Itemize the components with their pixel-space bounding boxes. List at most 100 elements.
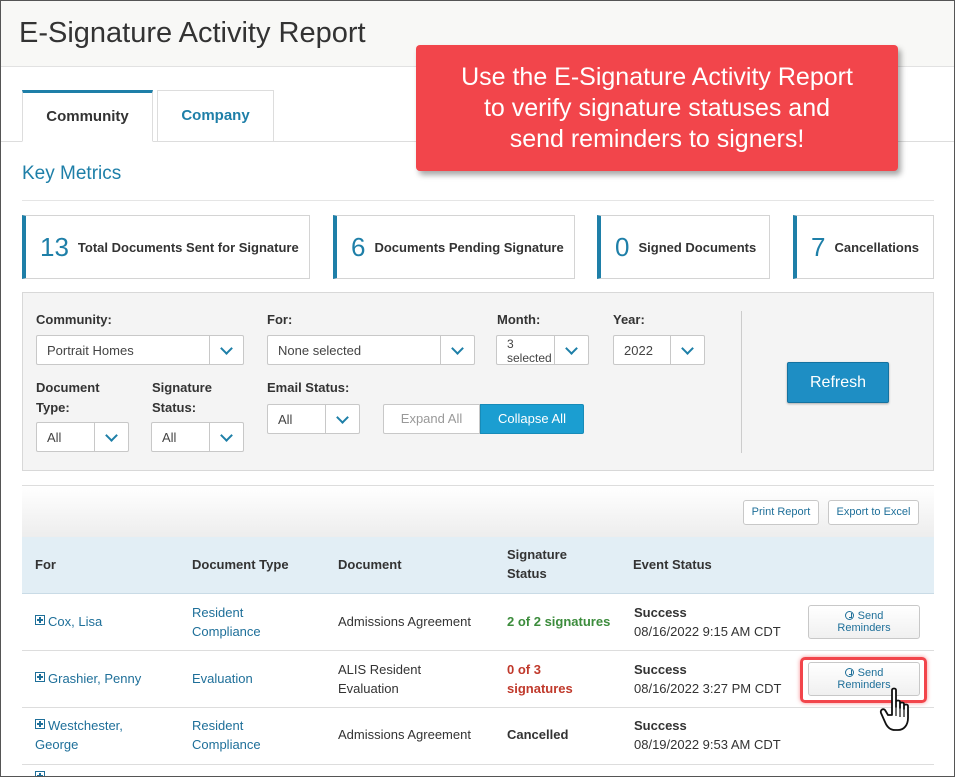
chevron-down-icon <box>209 336 243 364</box>
page-title: E-Signature Activity Report <box>19 17 366 49</box>
row-doc-type-line: Resident <box>192 718 244 733</box>
callout-line: send reminders to signers! <box>509 125 805 153</box>
send-reminders-text: Send <box>857 610 884 622</box>
document-type-label: Document Type: <box>36 378 100 418</box>
for-label: For: <box>267 312 293 327</box>
expand-plus-icon[interactable] <box>35 719 45 729</box>
clock-icon <box>844 611 854 620</box>
month-select-line: 3 <box>507 337 514 351</box>
column-header-document[interactable]: Document <box>338 555 402 574</box>
filter-panel: Community: Portrait Homes For: None sele… <box>22 292 934 471</box>
chevron-down-icon <box>325 405 359 433</box>
expand-plus-icon[interactable] <box>35 615 45 625</box>
document-type-label-line: Document <box>36 380 100 395</box>
table-row: Westchester, George Resident Compliance … <box>22 708 934 765</box>
callout-line: to verify signature statuses and <box>483 94 831 122</box>
send-reminders-label: Send <box>809 610 919 622</box>
metric-label: Signed Documents <box>638 239 757 255</box>
print-report-button[interactable]: Print Report <box>743 500 819 525</box>
table-row: Cox, Lisa Resident Compliance Admissions… <box>22 594 934 651</box>
row-document: Admissions Agreement <box>338 727 471 742</box>
metric-cancellations: 7 Cancellations <box>793 215 934 279</box>
community-label: Community: <box>36 312 112 327</box>
key-metrics-title: Key Metrics <box>22 163 122 184</box>
table-header: For Document Type Document Signature Sta… <box>22 537 934 594</box>
for-select[interactable]: None selected <box>267 335 475 365</box>
column-header-signature-status[interactable]: Signature Status <box>507 545 567 583</box>
column-header-line: Status <box>507 566 547 581</box>
row-signature-line: signatures <box>507 681 573 696</box>
metric-pending: 6 Documents Pending Signature <box>333 215 575 279</box>
row-doc-type-line: Compliance <box>192 737 261 752</box>
month-select-value: 3 selected <box>507 337 552 365</box>
table-row: Grashier, Penny Evaluation ALIS Resident… <box>22 651 934 708</box>
row-event-date: 08/16/2022 3:27 PM CDT <box>634 681 782 696</box>
for-select-value: None selected <box>278 343 362 358</box>
section-divider <box>22 200 934 201</box>
tab-company[interactable]: Company <box>157 90 274 142</box>
report-toolbar: Print Report Export to Excel <box>22 485 934 537</box>
signature-status-label-line: Signature <box>152 380 212 395</box>
chevron-down-icon <box>554 336 588 364</box>
row-for-name: Grashier, Penny <box>48 671 142 686</box>
metric-value: 0 <box>615 231 630 262</box>
export-excel-button[interactable]: Export to Excel <box>828 500 919 525</box>
row-document-line: Evaluation <box>338 681 399 696</box>
metric-total-sent: 13 Total Documents Sent for Signature <box>22 215 310 279</box>
row-signature-status: 0 of 3 signatures <box>507 660 573 698</box>
chevron-down-icon <box>209 423 243 451</box>
row-for-link[interactable]: Westchester, George <box>35 716 123 754</box>
column-header-for[interactable]: For <box>35 555 56 574</box>
row-event-status: Success 08/16/2022 3:27 PM CDT <box>634 660 781 698</box>
send-reminders-text: Reminders <box>837 622 891 634</box>
row-event-title: Success <box>634 605 687 620</box>
row-event-date: 08/16/2022 9:15 AM CDT <box>634 624 781 639</box>
year-label: Year: <box>613 312 645 327</box>
send-reminders-button[interactable]: Send Reminders <box>808 605 920 639</box>
signature-status-label-line: Status: <box>152 400 197 415</box>
metric-value: 6 <box>351 231 366 262</box>
refresh-button[interactable]: Refresh <box>787 362 889 403</box>
month-label: Month: <box>497 312 541 327</box>
row-document: ALIS Resident Evaluation <box>338 660 421 698</box>
chevron-down-icon <box>440 336 474 364</box>
row-event-title: Success <box>634 662 687 677</box>
email-status-select[interactable]: All <box>267 404 360 434</box>
row-for-name: Westchester, <box>48 718 123 733</box>
filter-divider <box>741 311 742 453</box>
year-select-value: 2022 <box>624 343 653 358</box>
row-event-status: Success 08/19/2022 9:53 AM CDT <box>634 716 781 754</box>
row-signature-status: Cancelled <box>507 727 569 742</box>
row-document-type-link[interactable]: Evaluation <box>192 669 253 688</box>
month-select[interactable]: 3 selected <box>496 335 589 365</box>
row-event-status: Success 08/16/2022 9:15 AM CDT <box>634 603 781 641</box>
column-header-document-type[interactable]: Document Type <box>192 555 289 574</box>
row-signature-status: 2 of 2 signatures <box>507 614 611 629</box>
column-header-event-status[interactable]: Event Status <box>633 555 712 574</box>
year-select[interactable]: 2022 <box>613 335 705 365</box>
row-for-link[interactable]: Cox, Lisa <box>35 612 102 631</box>
callout-annotation: Use the E-Signature Activity Report to v… <box>416 45 898 171</box>
table-row <box>22 765 934 776</box>
callout-line: Use the E-Signature Activity Report <box>461 63 853 91</box>
row-document-type-link[interactable]: Resident Compliance <box>192 716 261 754</box>
row-for-link[interactable]: Grashier, Penny <box>35 669 141 688</box>
signature-status-select[interactable]: All <box>151 422 244 452</box>
month-select-line: selected <box>507 351 552 365</box>
document-type-select[interactable]: All <box>36 422 129 452</box>
expand-collapse-group: Expand All Collapse All <box>383 404 584 434</box>
community-select[interactable]: Portrait Homes <box>36 335 244 365</box>
row-doc-type-line: Resident <box>192 605 244 620</box>
tab-community[interactable]: Community <box>22 90 153 142</box>
collapse-all-button[interactable]: Collapse All <box>480 404 584 434</box>
expand-all-button[interactable]: Expand All <box>383 404 480 434</box>
row-document-type-link[interactable]: Resident Compliance <box>192 603 261 641</box>
expand-plus-icon[interactable] <box>35 771 45 776</box>
metric-value: 13 <box>40 231 69 262</box>
row-document: Admissions Agreement <box>338 614 471 629</box>
row-for-line: Westchester, <box>35 716 123 735</box>
column-header-line: Signature <box>507 547 567 562</box>
row-doc-type-line: Compliance <box>192 624 261 639</box>
report-window: E-Signature Activity Report Use the E-Si… <box>0 0 955 777</box>
expand-plus-icon[interactable] <box>35 672 45 682</box>
